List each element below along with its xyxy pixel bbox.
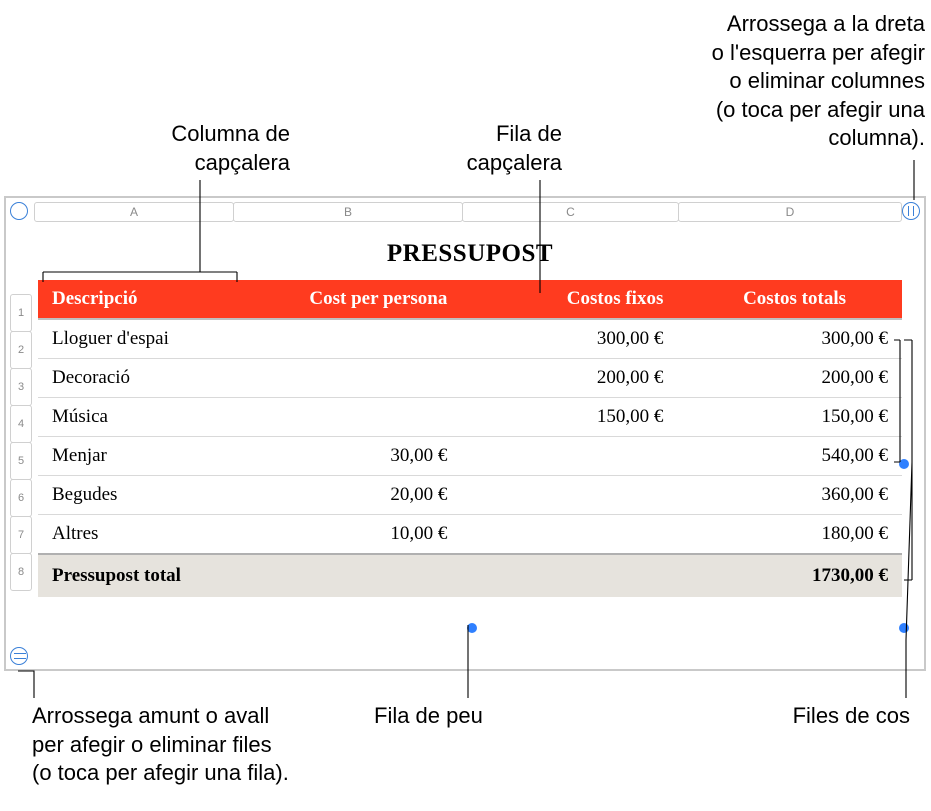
table-row[interactable]: Altres 10,00 € 180,00 € — [38, 515, 902, 555]
cell-per-person[interactable]: 20,00 € — [237, 476, 462, 515]
select-all-handle[interactable] — [10, 202, 28, 220]
add-row-handle[interactable] — [10, 647, 28, 665]
cell-per-person[interactable]: 30,00 € — [237, 437, 462, 476]
callout-header-column: Columna decapçalera — [110, 120, 290, 177]
callout-body-rows: Files de cos — [730, 702, 910, 731]
selection-dot[interactable] — [899, 459, 909, 469]
cell-per-person[interactable]: 10,00 € — [237, 515, 462, 555]
col-header-a[interactable]: A — [34, 202, 234, 222]
header-row[interactable]: Descripció Cost per persona Costos fixos… — [38, 280, 902, 319]
callout-footer-row: Fila de peu — [374, 702, 574, 731]
row-header-6[interactable]: 6 — [10, 479, 32, 517]
table-body: Lloguer d'espai 300,00 € 300,00 € Decora… — [38, 319, 902, 554]
header-fixed[interactable]: Costos fixos — [461, 280, 677, 319]
col-header-b[interactable]: B — [233, 202, 463, 222]
cell-desc[interactable]: Altres — [38, 515, 237, 555]
cell-desc[interactable]: Música — [38, 398, 237, 437]
row-header-1[interactable]: 1 — [10, 294, 32, 332]
header-per-person[interactable]: Cost per persona — [237, 280, 462, 319]
footer-label[interactable]: Pressupost total — [38, 554, 237, 597]
footer-row[interactable]: Pressupost total 1730,00 € — [38, 554, 902, 597]
cell-fixed[interactable]: 300,00 € — [461, 319, 677, 359]
callout-header-row: Fila decapçalera — [412, 120, 562, 177]
cell-fixed[interactable] — [461, 476, 677, 515]
cell-total[interactable]: 360,00 € — [677, 476, 902, 515]
callout-drag-columns: Arrossega a la dretao l'esquerra per afe… — [645, 10, 925, 153]
selection-dot[interactable] — [899, 623, 909, 633]
table-container: PRESSUPOST Descripció Cost per persona C… — [38, 240, 902, 617]
table-row[interactable]: Menjar 30,00 € 540,00 € — [38, 437, 902, 476]
selection-dot[interactable] — [467, 623, 477, 633]
row-header-4[interactable]: 4 — [10, 405, 32, 443]
cell-per-person[interactable] — [237, 398, 462, 437]
cell-fixed[interactable] — [461, 515, 677, 555]
table-row[interactable]: Música 150,00 € 150,00 € — [38, 398, 902, 437]
cell-desc[interactable]: Menjar — [38, 437, 237, 476]
cell-per-person[interactable] — [237, 359, 462, 398]
row-header-8[interactable]: 8 — [10, 553, 32, 591]
row-header-2[interactable]: 2 — [10, 331, 32, 369]
cell-per-person[interactable] — [237, 319, 462, 359]
cell-total[interactable]: 180,00 € — [677, 515, 902, 555]
cell-desc[interactable]: Lloguer d'espai — [38, 319, 237, 359]
column-letters-strip: A B C D — [34, 202, 902, 222]
spreadsheet-frame: A B C D 1 2 3 4 5 6 7 8 PRESSUPOST Descr… — [4, 196, 926, 671]
cell-desc[interactable]: Begudes — [38, 476, 237, 515]
cell-fixed[interactable]: 200,00 € — [461, 359, 677, 398]
cell-desc[interactable]: Decoració — [38, 359, 237, 398]
callout-drag-rows: Arrossega amunt o avallper afegir o elim… — [32, 702, 362, 788]
col-header-d[interactable]: D — [678, 202, 902, 222]
cell-fixed[interactable]: 150,00 € — [461, 398, 677, 437]
cell-total[interactable]: 200,00 € — [677, 359, 902, 398]
add-column-handle[interactable] — [902, 202, 920, 220]
cell-total[interactable]: 300,00 € — [677, 319, 902, 359]
budget-table[interactable]: Descripció Cost per persona Costos fixos… — [38, 280, 902, 597]
footer-value[interactable]: 1730,00 € — [677, 554, 902, 597]
table-row[interactable]: Lloguer d'espai 300,00 € 300,00 € — [38, 319, 902, 359]
col-header-c[interactable]: C — [462, 202, 679, 222]
row-numbers-strip: 1 2 3 4 5 6 7 8 — [10, 294, 32, 590]
row-header-7[interactable]: 7 — [10, 516, 32, 554]
cell-total[interactable]: 150,00 € — [677, 398, 902, 437]
table-row[interactable]: Begudes 20,00 € 360,00 € — [38, 476, 902, 515]
cell-total[interactable]: 540,00 € — [677, 437, 902, 476]
row-header-3[interactable]: 3 — [10, 368, 32, 406]
header-desc[interactable]: Descripció — [38, 280, 237, 319]
table-row[interactable]: Decoració 200,00 € 200,00 € — [38, 359, 902, 398]
header-total[interactable]: Costos totals — [677, 280, 902, 319]
table-title: PRESSUPOST — [38, 240, 902, 268]
cell-fixed[interactable] — [461, 437, 677, 476]
row-header-5[interactable]: 5 — [10, 442, 32, 480]
